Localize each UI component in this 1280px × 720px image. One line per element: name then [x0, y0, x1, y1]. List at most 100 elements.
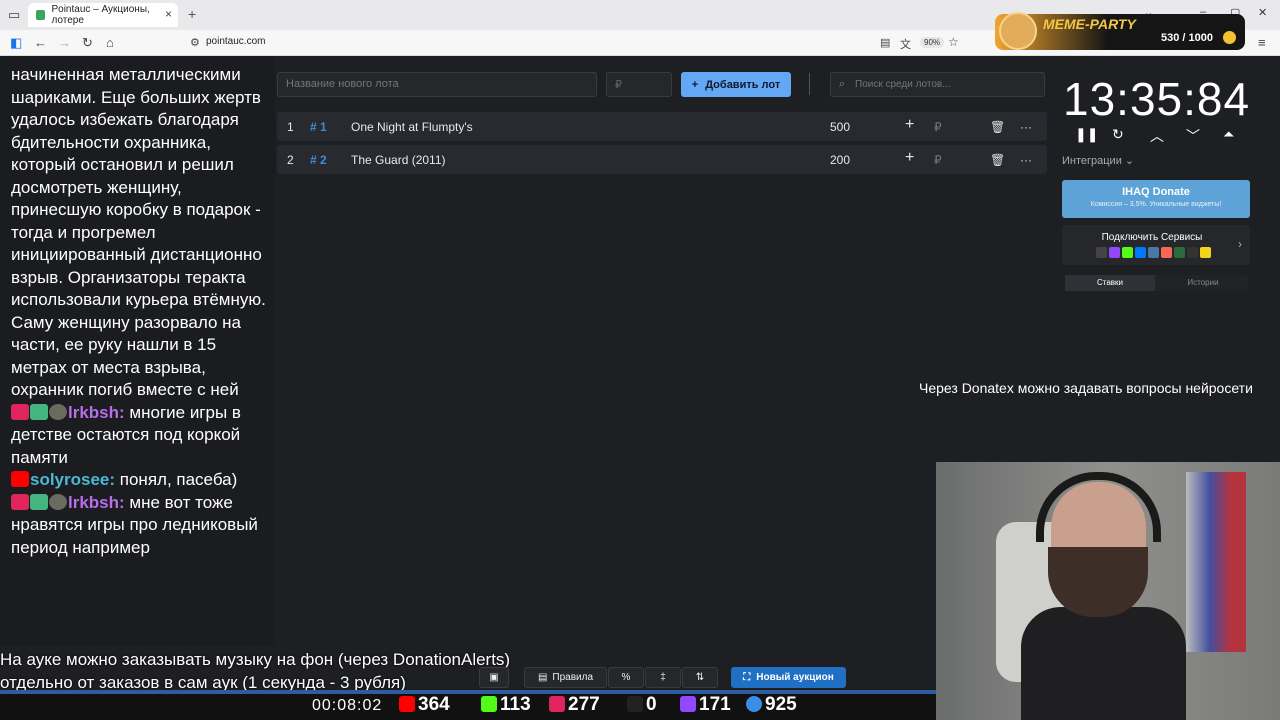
webcam-feed	[936, 462, 1280, 720]
percent-icon: %	[621, 672, 631, 683]
youtube-icon	[399, 696, 415, 712]
new-auction-icon: ⛶	[743, 672, 751, 683]
delete-icon[interactable]: 🗑	[990, 153, 1005, 167]
chat-message-text: понял, пасеба)	[115, 470, 238, 489]
rules-label: Правила	[552, 672, 594, 683]
youtube-badge-icon	[11, 471, 29, 487]
tab-history[interactable]: Истории	[1158, 275, 1248, 291]
lot-hash[interactable]: # 2	[310, 153, 327, 167]
lot-index: 1	[287, 120, 294, 134]
close-icon[interactable]: ×	[165, 7, 172, 21]
add-amount-icon[interactable]: +	[905, 149, 914, 167]
lot-name[interactable]: The Guard (2011)	[351, 153, 446, 167]
save-icon: ▣	[489, 672, 499, 683]
translate-icon[interactable]: 文	[900, 36, 911, 52]
rumble-icon	[627, 696, 643, 712]
viewers-count: 925	[765, 694, 797, 715]
menu-icon[interactable]: ≡	[1258, 35, 1266, 50]
window-close-icon[interactable]: ✕	[1258, 6, 1267, 19]
split-button[interactable]: ‡	[645, 667, 681, 688]
integrations-label: Интеграции	[1062, 155, 1122, 167]
hud-twitch: 171	[680, 694, 731, 716]
lot-name[interactable]: One Night at Flumpty's	[351, 120, 473, 134]
divider	[809, 73, 810, 95]
integrations-toggle[interactable]: Интеграции ⌄	[1062, 154, 1134, 167]
lot-index: 2	[287, 153, 294, 167]
zoom-level[interactable]: 90%	[920, 37, 945, 48]
twitch-count: 171	[699, 694, 731, 715]
chevron-up-icon[interactable]: ︿	[1150, 126, 1164, 146]
restart-icon[interactable]: ↻	[1112, 126, 1124, 143]
coin-icon	[1223, 31, 1236, 44]
rules-button[interactable]: ▤ Правила	[524, 667, 607, 688]
hud-kick: 113	[481, 694, 531, 716]
save-button[interactable]: ▣	[479, 667, 509, 688]
add-lot-button[interactable]: + Добавить лот	[681, 72, 791, 97]
more-icon[interactable]: ···	[1020, 153, 1032, 167]
ihaq-donate-button[interactable]: IHAQ Donate Комиссия – 3,5%. Уникальные …	[1062, 180, 1250, 218]
meme-party-title: MEME-PARTY	[1043, 16, 1136, 32]
vk-count: 277	[568, 694, 600, 715]
vk-live-icon	[1148, 247, 1159, 258]
kick-count: 113	[500, 694, 531, 715]
add-amount-icon[interactable]: +	[905, 116, 914, 134]
more-icon[interactable]: ···	[1020, 120, 1032, 134]
sidebar-icon[interactable]: ◧	[10, 35, 22, 51]
delete-icon[interactable]: 🗑	[990, 120, 1005, 134]
pause-icon[interactable]: ❚❚	[1075, 126, 1098, 143]
live-badge-icon	[11, 493, 29, 510]
chat-message: solyrosee: понял, пасеба)	[11, 469, 267, 492]
lot-amount[interactable]: 500	[830, 120, 850, 134]
reader-view-icon[interactable]: ▤	[880, 36, 890, 49]
rumble-count: 0	[646, 694, 657, 715]
chat-message: lrkbsh: мне вот тоже нравятся игры про л…	[11, 492, 267, 560]
reload-icon[interactable]: ↻	[82, 35, 93, 51]
streamelements-icon	[1174, 247, 1185, 258]
tab-bets[interactable]: Ставки	[1065, 275, 1155, 291]
percent-button[interactable]: %	[608, 667, 644, 688]
chat-message: lrkbsh: многие игры в детстве остаются п…	[11, 402, 267, 470]
sort-icon: ⇅	[695, 672, 705, 683]
hud-rumble: 0	[627, 694, 657, 716]
timer-panel: 13:35:84 ❚❚ ↻ ︿ ﹀ ⏶ Интеграции ⌄ IHAQ Do…	[1055, 56, 1255, 306]
chat-panel: начиненная металлическими шариками. Еще …	[0, 56, 275, 646]
lot-search-input[interactable]: ⌕ Поиск среди лотов...	[830, 72, 1045, 97]
site-info-icon[interactable]: ⚙	[190, 36, 200, 49]
stream-uptime: 00:08:02	[312, 697, 383, 714]
tab-list-icon[interactable]: ▭	[8, 7, 20, 23]
forward-icon[interactable]: →	[58, 35, 71, 50]
currency-label: ₽	[934, 120, 942, 134]
auction-main: Название нового лота ₽ + Добавить лот ⌕ …	[277, 56, 1047, 656]
auction-timer: 13:35:84	[1063, 73, 1251, 125]
ticker-text: На ауке можно заказывать музыку на фон (…	[0, 648, 510, 694]
lot-hash[interactable]: # 1	[310, 120, 327, 134]
chevron-down-icon[interactable]: ﹀	[1186, 126, 1200, 146]
lot-amount[interactable]: 200	[830, 153, 850, 167]
chevron-up-double-icon[interactable]: ⏶	[1223, 126, 1234, 143]
hud-viewers: 925	[746, 694, 797, 716]
new-lot-input[interactable]: Название нового лота	[277, 72, 597, 97]
plus-icon: +	[691, 78, 699, 91]
new-auction-button[interactable]: ⛶ Новый аукцион	[731, 667, 846, 688]
back-icon[interactable]: ←	[34, 35, 47, 50]
chevron-right-icon: ›	[1238, 237, 1242, 251]
bookmark-star-icon[interactable]: ☆	[948, 35, 959, 49]
kick-icon	[1122, 247, 1133, 258]
chevron-down-icon: ⌄	[1124, 155, 1135, 167]
sort-button[interactable]: ⇅	[682, 667, 718, 688]
vk-live-icon	[549, 696, 565, 712]
connect-services-button[interactable]: Подключить Сервисы ›	[1062, 225, 1250, 265]
search-placeholder: Поиск среди лотов...	[855, 79, 951, 90]
lot-row: 1 # 1 One Night at Flumpty's 500 + ₽ 🗑 ·…	[277, 112, 1047, 141]
lot-sum-input[interactable]: ₽	[606, 72, 672, 97]
vk-icon	[1135, 247, 1146, 258]
new-tab-icon[interactable]: +	[188, 6, 196, 22]
streamer-body	[1021, 607, 1186, 720]
browser-tab[interactable]: Pointauc – Аукционы, лотере ×	[28, 3, 178, 27]
rules-icon: ▤	[537, 672, 548, 683]
ihaq-subtitle: Комиссия – 3,5%. Уникальные виджеты!	[1090, 201, 1222, 208]
address-bar[interactable]: pointauc.com	[206, 36, 265, 47]
meme-party-widget: MEME-PARTY 530 / 1000	[995, 12, 1245, 50]
home-icon[interactable]: ⌂	[106, 35, 114, 50]
youtube-count: 364	[418, 694, 450, 715]
